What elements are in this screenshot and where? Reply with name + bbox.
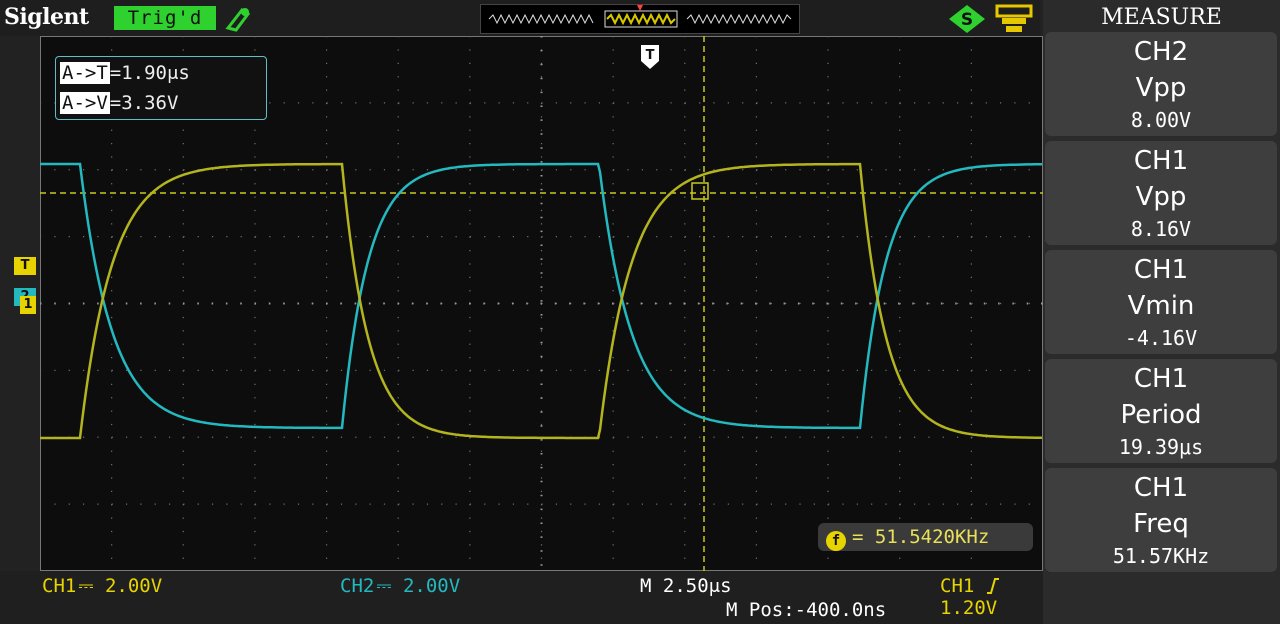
measure-name: Freq	[1133, 509, 1189, 539]
s-badge-icon: S	[949, 5, 985, 33]
measure-channel: CH1	[1133, 255, 1189, 285]
measure-slot-1[interactable]: CH2 Vpp 8.00V	[1045, 32, 1277, 136]
brand-logo: Siglent	[4, 4, 89, 30]
trigger-status-badge: Trig'd	[114, 6, 216, 30]
measure-value: -4.16V	[1124, 326, 1198, 350]
measure-name: Vmin	[1127, 291, 1195, 321]
measure-name: Vpp	[1135, 73, 1187, 103]
bottom-status-bar: CH1 ⎓ 2.00V CH2 ⎓ 2.00V M 2.50μs CH1 1.20V…	[0, 571, 1043, 624]
cursor-volt-row: A->V =3.36V	[60, 90, 178, 116]
measure-name: Vpp	[1135, 182, 1187, 212]
measure-slot-4[interactable]: CH1 Period 19.39μs	[1045, 359, 1277, 463]
measure-name: Period	[1120, 400, 1202, 430]
measure-channel: CH2	[1133, 37, 1189, 67]
frequency-value: = 51.5420KHz	[852, 526, 990, 548]
frequency-icon: f	[826, 531, 846, 551]
measure-channel: CH1	[1133, 473, 1189, 503]
rising-edge-icon	[986, 578, 999, 594]
svg-text:T: T	[646, 48, 655, 63]
top-status-bar: Siglent Trig'd S	[0, 0, 1040, 36]
trigger-position-marker: T	[641, 45, 659, 69]
cursor-a-box	[691, 182, 709, 200]
cursor-time-value: =1.90μs	[109, 62, 190, 84]
svg-text:S: S	[961, 10, 973, 30]
trigger-probe-icon	[225, 7, 251, 32]
measure-value: 8.00V	[1130, 108, 1192, 132]
memory-window-icon	[480, 4, 800, 34]
measure-value: 19.39μs	[1118, 435, 1204, 459]
measure-slot-5[interactable]: CH1 Freq 51.57KHz	[1045, 468, 1277, 572]
measure-slot-3[interactable]: CH1 Vmin -4.16V	[1045, 250, 1277, 354]
cursor-time-row: A->T =1.90μs	[60, 60, 190, 86]
trigger-setting: CH1 1.20V	[940, 575, 1043, 619]
ch1-scale: CH1 ⎓ 2.00V	[42, 575, 163, 597]
cursor-volt-value: =3.36V	[109, 92, 179, 114]
measure-title: MEASURE	[1101, 5, 1222, 30]
ch2-scale: CH2 ⎓ 2.00V	[340, 575, 461, 597]
measure-value: 51.57KHz	[1112, 544, 1210, 568]
frequency-counter: f = 51.5420KHz	[818, 523, 1033, 551]
timebase-value: M 2.50μs	[640, 575, 732, 597]
cursor-volt-label: A->V	[60, 92, 110, 114]
ch1-level-marker: 1	[20, 296, 36, 314]
cursor-readout: A->T =1.90μs A->V =3.36V	[55, 56, 267, 120]
cursor-time-label: A->T	[60, 62, 110, 84]
trigger-level-marker: T	[14, 257, 36, 275]
measure-channel: CH1	[1133, 146, 1189, 176]
measure-panel: MEASURE CH2 Vpp 8.00V CH1 Vpp 8.16V CH1 …	[1043, 0, 1280, 624]
measure-slot-2[interactable]: CH1 Vpp 8.16V	[1045, 141, 1277, 245]
horizontal-position: M Pos:-400.0ns	[726, 599, 887, 621]
usb-device-icon	[995, 4, 1033, 32]
measure-channel: CH1	[1133, 364, 1189, 394]
measure-value: 8.16V	[1130, 217, 1192, 241]
